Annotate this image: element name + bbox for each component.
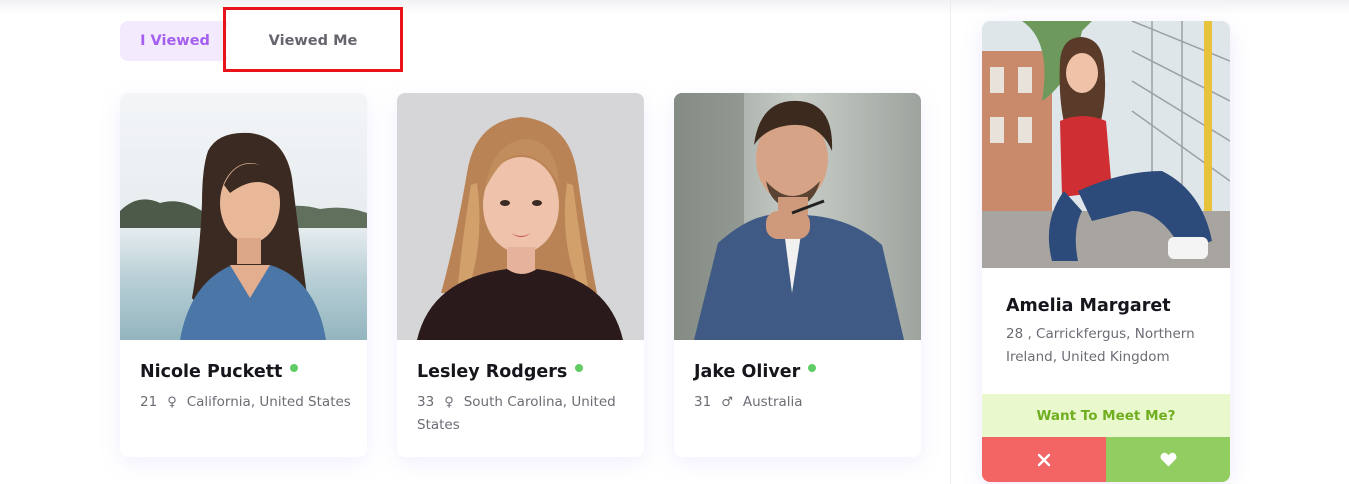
heart-icon — [1159, 452, 1177, 467]
profile-name[interactable]: Nicole Puckett — [140, 362, 282, 382]
online-indicator — [575, 363, 584, 372]
online-indicator — [808, 363, 817, 372]
female-icon: ♀ — [444, 395, 454, 410]
like-button[interactable] — [1106, 437, 1230, 482]
profile-location: Australia — [742, 394, 803, 410]
sidebar-divider — [950, 0, 951, 484]
profile-name-row: Lesley Rodgers — [417, 362, 584, 382]
profile-card[interactable]: Jake Oliver 31 ♂ Australia — [674, 93, 921, 457]
profile-name-row: Nicole Puckett — [140, 362, 299, 382]
profile-meta: 33 ♀ South Carolina, United States — [417, 391, 632, 437]
featured-name[interactable]: Amelia Margaret — [1006, 296, 1171, 316]
profile-photo[interactable] — [674, 93, 921, 340]
profile-age: 21 — [140, 394, 158, 410]
profile-photo[interactable] — [120, 93, 367, 340]
decline-button[interactable] — [982, 437, 1106, 482]
profile-photo[interactable] — [397, 93, 644, 340]
tab-i-viewed[interactable]: I Viewed — [120, 21, 230, 61]
highlight-box — [223, 7, 403, 72]
profile-meta: 31 ♂ Australia — [694, 391, 909, 414]
featured-details: 28 , Carrickfergus, Northern Ireland, Un… — [1006, 326, 1195, 365]
profile-card[interactable]: Nicole Puckett 21 ♀ California, United Sta… — [120, 93, 367, 457]
profile-name-row: Jake Oliver — [694, 362, 817, 382]
profile-location: California, United States — [186, 394, 351, 410]
profile-card[interactable]: Lesley Rodgers 33 ♀ South Carolina, United… — [397, 93, 644, 457]
profile-age: 31 — [694, 394, 712, 410]
header-shadow — [0, 0, 1349, 14]
profile-name[interactable]: Jake Oliver — [694, 362, 800, 382]
want-to-meet-prompt: Want To Meet Me? — [982, 394, 1230, 437]
profile-age: 33 — [417, 394, 435, 410]
close-icon — [1037, 453, 1051, 466]
profile-meta: 21 ♀ California, United States — [140, 391, 355, 414]
female-icon: ♀ — [167, 395, 177, 410]
online-indicator — [290, 363, 299, 372]
featured-photo[interactable] — [982, 21, 1230, 268]
featured-profile-card: Amelia Margaret 28 , Carrickfergus, Nort… — [982, 21, 1230, 482]
profile-name[interactable]: Lesley Rodgers — [417, 362, 567, 382]
male-icon: ♂ — [721, 395, 733, 410]
